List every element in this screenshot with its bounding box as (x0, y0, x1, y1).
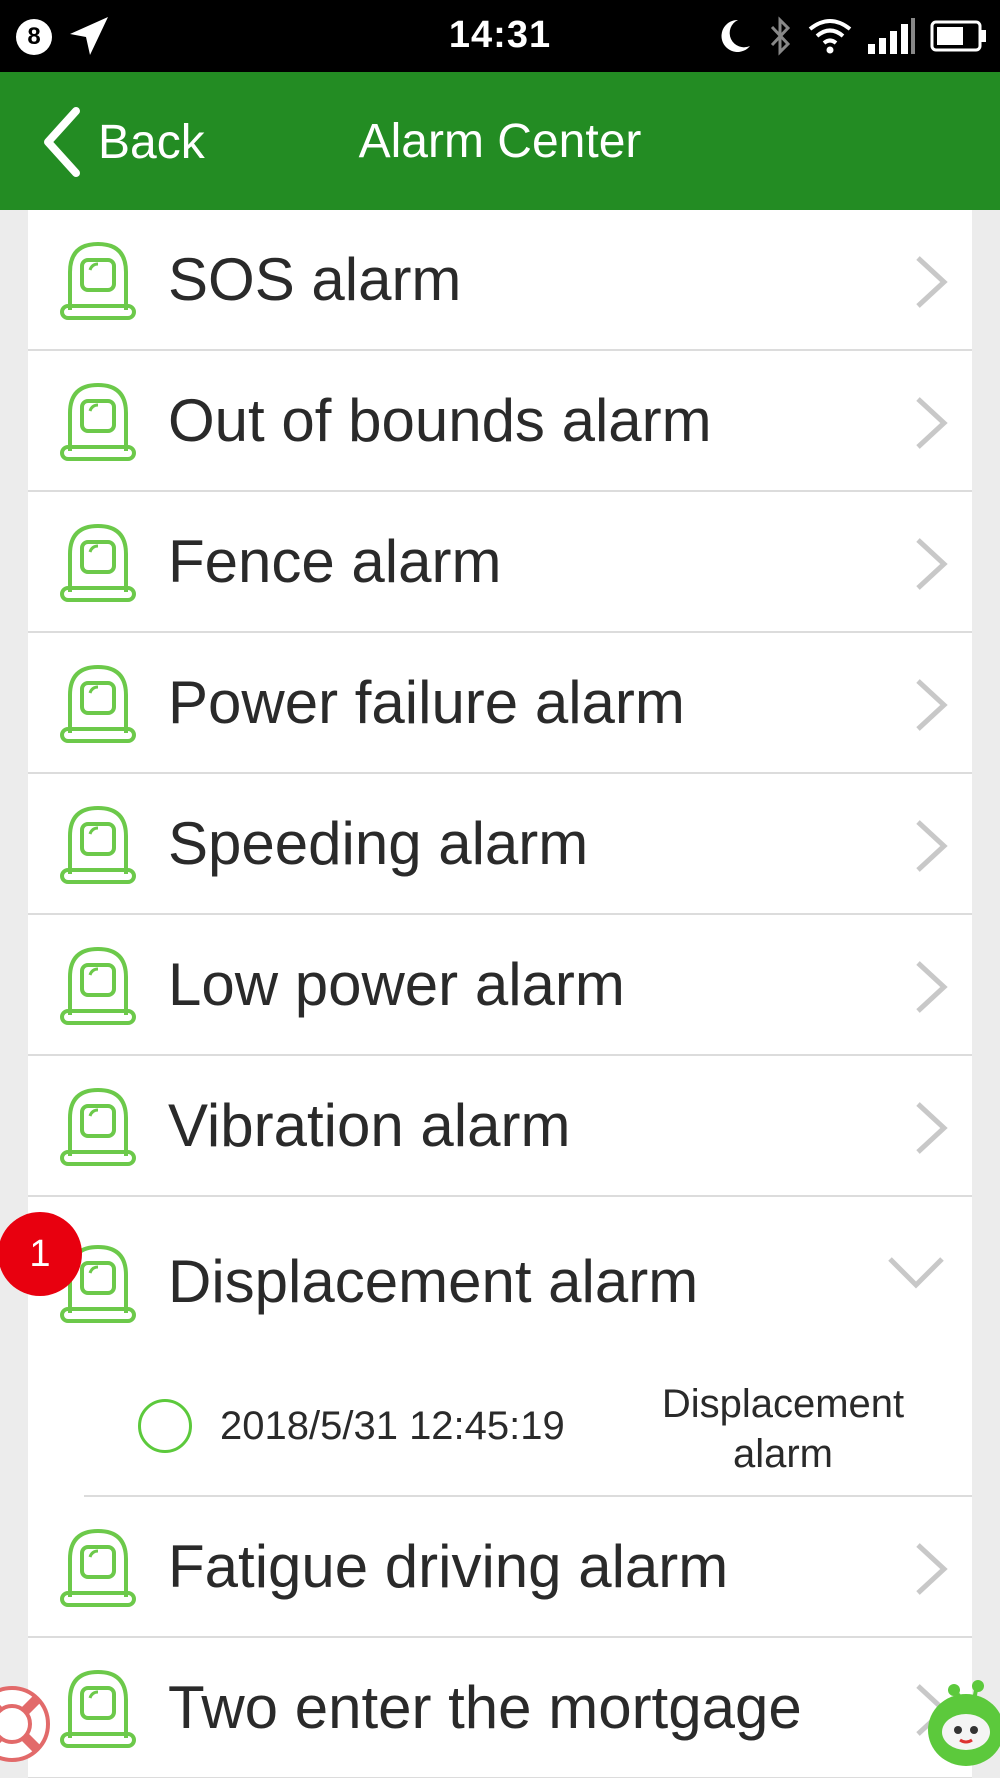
chevron-right-icon (916, 538, 948, 590)
alarm-label: Two enter the mortgage (168, 1674, 802, 1741)
alarm-row-fatigue-driving[interactable]: Fatigue driving alarm (28, 1497, 972, 1638)
do-not-disturb-moon-icon (721, 19, 750, 52)
alarm-row-out-of-bounds[interactable]: Out of bounds alarm (28, 351, 972, 492)
alarm-bell-icon (60, 1528, 136, 1607)
alarm-row-speeding[interactable]: Speeding alarm (28, 774, 972, 915)
alarm-row-low-power[interactable]: Low power alarm (28, 915, 972, 1056)
alarm-bell-icon (60, 664, 136, 743)
alarm-bell-icon (60, 382, 136, 461)
unread-count-badge: 1 (0, 1212, 82, 1296)
alarm-label: Speeding alarm (168, 810, 589, 877)
alarm-row-sos[interactable]: SOS alarm (28, 210, 972, 351)
alarm-label: Low power alarm (168, 951, 625, 1018)
alarm-label: Displacement alarm (168, 1248, 699, 1315)
alarm-row-two-enter-mortgage[interactable]: Two enter the mortgage (28, 1638, 972, 1778)
page-title: Alarm Center (358, 115, 642, 168)
alarm-label: Vibration alarm (168, 1092, 571, 1159)
alarm-row-displacement[interactable]: Displacement alarm (28, 1197, 972, 1353)
alarm-bell-icon (60, 946, 136, 1025)
app-header: Back Alarm Center (0, 72, 1000, 210)
alarm-row-power-failure[interactable]: Power failure alarm (28, 633, 972, 774)
alarm-bell-icon (60, 241, 136, 320)
signal-strength-icon (868, 18, 915, 54)
chevron-right-icon (916, 256, 948, 308)
chevron-right-icon (916, 1102, 948, 1154)
alarm-bell-icon (60, 805, 136, 884)
lifebuoy-help-icon[interactable] (0, 1682, 54, 1766)
chevron-right-icon (916, 679, 948, 731)
alarm-bell-icon (60, 523, 136, 602)
alarm-bell-icon (60, 1087, 136, 1166)
record-radio[interactable] (138, 1399, 192, 1453)
alarm-row-vibration[interactable]: Vibration alarm (28, 1056, 972, 1197)
alarm-list: SOS alarm Out of bounds alarm Fence alar… (28, 210, 972, 1778)
chevron-right-icon (916, 1543, 948, 1595)
alarm-label: Out of bounds alarm (168, 387, 712, 454)
status-bar: 8 14:31 (0, 0, 1000, 72)
chevron-right-icon (916, 961, 948, 1013)
bluetooth-icon (770, 16, 791, 56)
record-time: 2018/5/31 12:45:19 (220, 1404, 565, 1448)
mascot-assistant-icon[interactable] (920, 1672, 1000, 1772)
chevron-down-icon (888, 1257, 944, 1289)
alarm-bell-icon (60, 1669, 136, 1748)
chevron-right-icon (916, 820, 948, 872)
battery-icon (930, 20, 986, 52)
alarm-record-row[interactable]: 2018/5/31 12:45:19 Displacement alarm (28, 1353, 972, 1497)
wifi-icon (808, 19, 852, 54)
record-type: Displacement alarm (661, 1382, 905, 1476)
alarm-row-fence[interactable]: Fence alarm (28, 492, 972, 633)
alarm-label: Power failure alarm (168, 669, 685, 736)
alarm-label: Fatigue driving alarm (168, 1533, 729, 1600)
alarm-label: SOS alarm (168, 246, 462, 313)
alarm-label: Fence alarm (168, 528, 502, 595)
chevron-right-icon (916, 397, 948, 449)
